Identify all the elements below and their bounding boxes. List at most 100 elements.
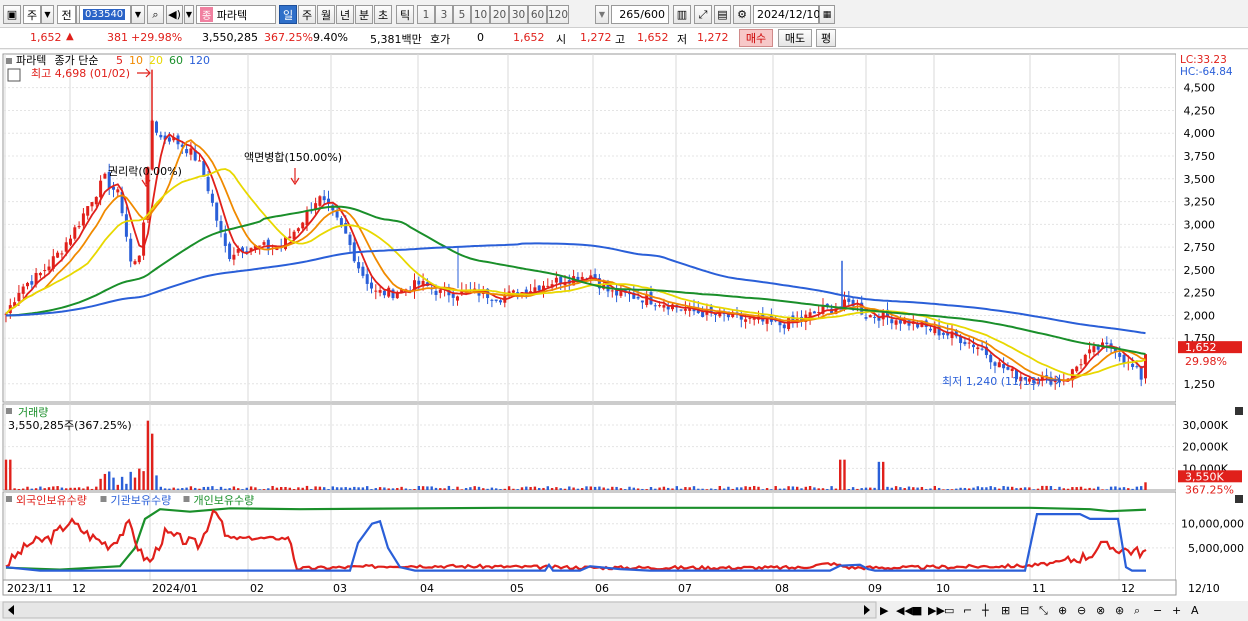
candle-body	[348, 234, 352, 246]
chart-control-17-icon[interactable]: A	[1191, 604, 1199, 617]
period-button-4[interactable]: 분	[355, 5, 373, 24]
chart-control-7-icon[interactable]: ⊞	[1001, 604, 1010, 617]
volume-bar	[611, 486, 614, 490]
gear-icon[interactable]: ⚙	[733, 5, 751, 24]
scrollbar-track[interactable]	[2, 601, 877, 619]
chart-control-9-icon[interactable]: ⤡	[1039, 604, 1048, 617]
chart-control-3-icon[interactable]: ▶▶	[928, 604, 945, 617]
period-button-2[interactable]: 월	[317, 5, 335, 24]
candle-body	[395, 293, 399, 299]
volume-bar	[133, 477, 137, 490]
volume-bar	[249, 486, 253, 490]
volume-bar	[1019, 487, 1022, 490]
period-button-1[interactable]: 주	[298, 5, 316, 24]
buy-button[interactable]: 매수	[739, 29, 773, 47]
chart-control-13-icon[interactable]: ⊛	[1115, 604, 1124, 617]
x-axis-label: 08	[775, 582, 789, 595]
price-change: 381	[107, 31, 128, 44]
draw-tool-icon[interactable]: ⤢	[694, 5, 712, 24]
candle-body	[993, 362, 997, 366]
volume-bar	[968, 488, 971, 490]
panel-close-icon[interactable]	[1235, 407, 1243, 415]
interval-button-1[interactable]: 3	[435, 5, 453, 24]
candle-body	[210, 193, 214, 203]
candle-body	[219, 221, 223, 232]
chart-control-16-icon[interactable]: +	[1172, 604, 1181, 617]
market-dropdown-icon[interactable]: ▼	[41, 5, 54, 24]
volume-bar	[447, 485, 451, 490]
interval-button-6[interactable]: 60	[528, 5, 547, 24]
stock-chart[interactable]: 4,500 4,250 4,000 3,750 3,500 3,250 3,000 2,750…	[0, 50, 1248, 621]
interval-button-7[interactable]: 120	[547, 5, 569, 24]
candle-body	[490, 299, 494, 301]
calendar-icon[interactable]: ▦	[819, 5, 835, 24]
chart-control-4-icon[interactable]: ▭	[944, 604, 954, 617]
chart-control-5-icon[interactable]: ⌐	[963, 604, 972, 617]
interval-button-2[interactable]: 5	[453, 5, 471, 24]
interval-button-0[interactable]: 1	[417, 5, 435, 24]
candle-body	[812, 311, 816, 314]
interval-dropdown-icon[interactable]: ▼	[595, 5, 609, 24]
current-pct-label: 29.98%	[1185, 355, 1227, 368]
volume-bar	[1075, 487, 1078, 490]
chart-control-15-icon[interactable]: −	[1153, 604, 1162, 617]
speaker-dropdown-icon[interactable]: ▼	[184, 5, 194, 24]
candle-type-icon[interactable]: ▥	[673, 5, 691, 24]
code-input[interactable]: 033540	[79, 5, 131, 24]
volume-bar	[1071, 487, 1074, 490]
candle-body	[301, 222, 305, 229]
period-button-0[interactable]: 일	[279, 5, 297, 24]
volume-bar	[1023, 487, 1027, 490]
volume-bar	[550, 488, 554, 490]
price-tick-label: 4,500	[1184, 82, 1216, 95]
count-input[interactable]: 265/600	[611, 5, 669, 24]
event-label: 권리락(0.00%)	[108, 165, 182, 178]
chart-control-8-icon[interactable]: ⊟	[1020, 604, 1029, 617]
calculator-icon[interactable]	[7, 68, 21, 82]
chart-window: ▣ 주 ▼ 전 ▼ 033540 ▼ ⌕ ◀) ▼ 종 파라텍 ▼ 265/60…	[0, 0, 1248, 621]
panel-close-icon[interactable]	[1235, 495, 1243, 503]
stock-name-field[interactable]: 종 파라텍	[196, 5, 276, 24]
candle-body	[38, 273, 42, 276]
volume-bar	[813, 487, 816, 490]
volume-bar	[125, 483, 128, 490]
chart-control-10-icon[interactable]: ⊕	[1058, 604, 1067, 617]
candle-body	[972, 344, 975, 348]
chart-control-2-icon[interactable]: ■	[912, 604, 922, 617]
volume-bar	[963, 487, 967, 490]
chart-control-0-icon[interactable]: ▶	[880, 604, 889, 617]
chart-control-1-icon[interactable]: ◀◀	[896, 604, 913, 617]
period-button-3[interactable]: 년	[336, 5, 354, 24]
chart-control-14-icon[interactable]: ⌕	[1134, 604, 1140, 617]
chart-control-11-icon[interactable]: ⊖	[1077, 604, 1086, 617]
candle-body	[43, 270, 47, 272]
code-dropdown-icon[interactable]: ▼	[131, 5, 145, 24]
search-icon[interactable]: ⌕	[147, 5, 164, 24]
speaker-icon[interactable]: ◀)	[166, 5, 183, 24]
chart-control-6-icon[interactable]: ┼	[981, 603, 989, 617]
chart-control-12-icon[interactable]: ⊗	[1096, 604, 1105, 617]
x-axis-label: 04	[420, 582, 434, 595]
interval-button-5[interactable]: 30	[509, 5, 528, 24]
candle-body	[1083, 354, 1087, 365]
volume-bar	[280, 486, 283, 490]
volume-bar	[99, 478, 102, 490]
interval-button-3[interactable]: 10	[471, 5, 490, 24]
sell-button[interactable]: 매도	[778, 29, 812, 47]
scope-select[interactable]: 전	[57, 5, 76, 24]
period-button-5[interactable]: 초	[374, 5, 392, 24]
volume-bar	[344, 487, 347, 490]
volume-bar	[882, 461, 885, 490]
evaluate-button[interactable]: 평	[816, 29, 836, 47]
high-annotation: 최고 4,698 (01/02)	[31, 67, 130, 80]
volume-bar	[864, 487, 868, 490]
market-select[interactable]: 주	[23, 5, 41, 24]
x-axis-label: 05	[510, 582, 524, 595]
interval-button-4[interactable]: 20	[490, 5, 509, 24]
window-menu-icon[interactable]: ▣	[3, 5, 21, 24]
date-input[interactable]: 2024/12/10	[753, 5, 820, 24]
save-icon[interactable]: ▤	[714, 5, 731, 24]
period-button-6[interactable]: 틱	[396, 5, 414, 24]
volume-bar	[1140, 486, 1143, 490]
chart-area[interactable]: 4,500 4,250 4,000 3,750 3,500 3,250 3,000 2,750…	[0, 50, 1248, 621]
